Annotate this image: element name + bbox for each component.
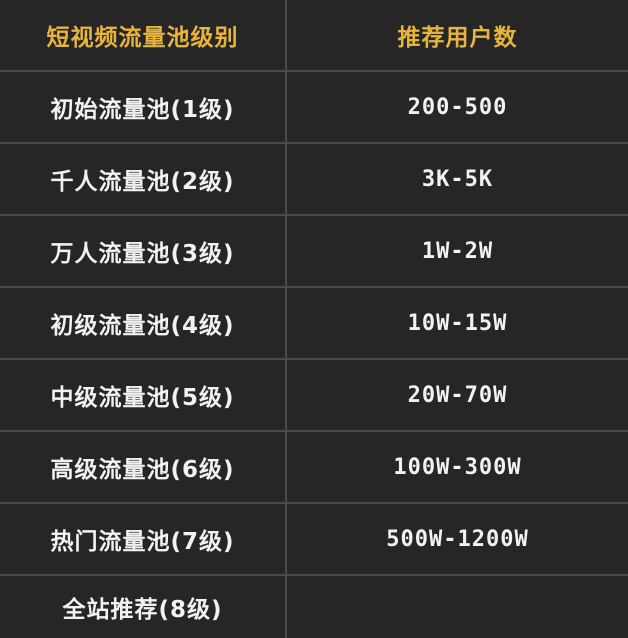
table-row: 高级流量池(6级) 100W-300W (0, 432, 628, 504)
row-users: 500W-1200W (386, 526, 529, 552)
row-level: 千人流量池(2级) (0, 144, 287, 214)
table-row: 热门流量池(7级) 500W-1200W (0, 504, 628, 576)
row-level: 中级流量池(5级) (0, 360, 287, 430)
row-level: 热门流量池(7级) (0, 504, 287, 574)
row-users: 200-500 (407, 94, 508, 120)
table-row: 中级流量池(5级) 20W-70W (0, 360, 628, 432)
table-row: 全站推荐(8级) (0, 576, 628, 638)
row-users: 3K-5K (421, 166, 494, 192)
row-level: 高级流量池(6级) (0, 432, 287, 502)
table-row: 万人流量池(3级) 1W-2W (0, 216, 628, 288)
row-users (287, 576, 628, 638)
row-users: 10W-15W (407, 310, 508, 336)
header-users: 推荐用户数 (397, 25, 518, 51)
table-row: 千人流量池(2级) 3K-5K (0, 144, 628, 216)
traffic-pool-table: 短视频流量池级别 推荐用户数 初始流量池(1级) 200-500 千人流量池(2… (0, 0, 628, 638)
table-row: 初级流量池(4级) 10W-15W (0, 288, 628, 360)
table-header-row: 短视频流量池级别 推荐用户数 (0, 0, 628, 72)
row-level: 全站推荐(8级) (0, 576, 287, 638)
row-level: 初始流量池(1级) (0, 72, 287, 142)
row-level: 万人流量池(3级) (0, 216, 287, 286)
row-users: 100W-300W (393, 454, 522, 480)
row-level: 初级流量池(4级) (0, 288, 287, 358)
header-level: 短视频流量池级别 (0, 0, 287, 70)
row-users: 1W-2W (421, 238, 494, 264)
table-row: 初始流量池(1级) 200-500 (0, 72, 628, 144)
row-users: 20W-70W (407, 382, 508, 408)
